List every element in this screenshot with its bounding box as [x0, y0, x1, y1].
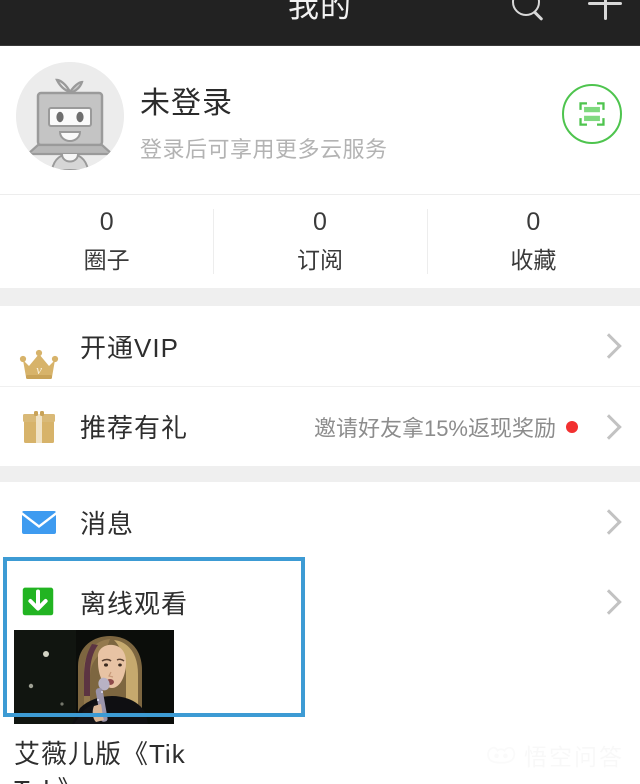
top-navigation-bar: 我的 [0, 0, 640, 46]
stat-value: 0 [526, 208, 541, 236]
singer-with-microphone-thumbnail [14, 630, 174, 724]
video-thumbnail[interactable] [14, 630, 174, 724]
menu-row-messages[interactable]: 消息 [0, 482, 640, 562]
stat-item-subscriptions[interactable]: 0 订阅 [213, 195, 426, 288]
profile-name[interactable]: 未登录 [140, 78, 233, 122]
chevron-right-icon [596, 413, 622, 440]
chevron-right-icon [596, 333, 622, 359]
crown-icon: v [18, 344, 60, 386]
qr-scan-icon [579, 102, 605, 126]
menu-row-label: 推荐有礼 [80, 413, 189, 443]
menu-group-messages: 消息 [0, 482, 640, 562]
stat-label: 订阅 [296, 247, 343, 273]
topbar-action-icons [510, 0, 622, 20]
chevron-right-icon [596, 589, 622, 615]
watermark-text: 悟空问答 [524, 744, 624, 770]
stat-value: 0 [313, 208, 327, 236]
status-badge [566, 420, 578, 433]
chevron-right-icon [596, 509, 622, 535]
stats-row: 0 圈子 0 订阅 0 收藏 [0, 194, 640, 288]
menu-row-referral[interactable]: 推荐有礼 邀请好友拿15%返现奖励 [0, 386, 640, 466]
svg-text:v: v [36, 362, 42, 377]
menu-row-right: 邀请好友拿15%返现奖励 [314, 411, 578, 443]
envelope-icon [18, 501, 60, 543]
gift-icon [18, 406, 60, 448]
video-title[interactable]: 艾薇儿版《Tik Tok》 [14, 736, 244, 784]
robot-computer-avatar [16, 62, 124, 170]
menu-row-label: 消息 [80, 508, 135, 539]
search-icon[interactable] [510, 0, 544, 20]
mobile-app-screen: 我的 未登录 登录后可享用更多云服务 0 圈子 0 订阅 0 收藏 v 开通VI… [0, 0, 640, 784]
menu-row-label: 离线观看 [80, 588, 189, 619]
profile-subtitle: 登录后可享用更多云服务 [140, 137, 388, 162]
download-icon [18, 581, 60, 623]
plus-icon[interactable] [588, 0, 622, 20]
menu-row-vip[interactable]: v 开通VIP [0, 306, 640, 386]
section-gap [0, 466, 640, 482]
profile-header: 未登录 登录后可享用更多云服务 [0, 46, 640, 194]
menu-row-label: 开通VIP [80, 332, 179, 363]
stat-value: 0 [99, 208, 114, 236]
referral-promo-text: 邀请好友拿15%返现奖励 [313, 415, 556, 441]
watermark: 悟空问答 [486, 738, 624, 772]
qr-scan-button[interactable] [562, 84, 622, 144]
stat-item-circles[interactable]: 0 圈子 [0, 195, 213, 288]
section-gap [0, 288, 640, 306]
wukong-face-icon [487, 746, 516, 764]
stat-label: 收藏 [510, 247, 557, 273]
avatar[interactable] [16, 62, 124, 170]
menu-group-membership: v 开通VIP 推荐有礼 邀请好友拿15%返现奖励 [0, 306, 640, 466]
stat-item-favorites[interactable]: 0 收藏 [426, 195, 640, 288]
stat-label: 圈子 [83, 247, 130, 273]
